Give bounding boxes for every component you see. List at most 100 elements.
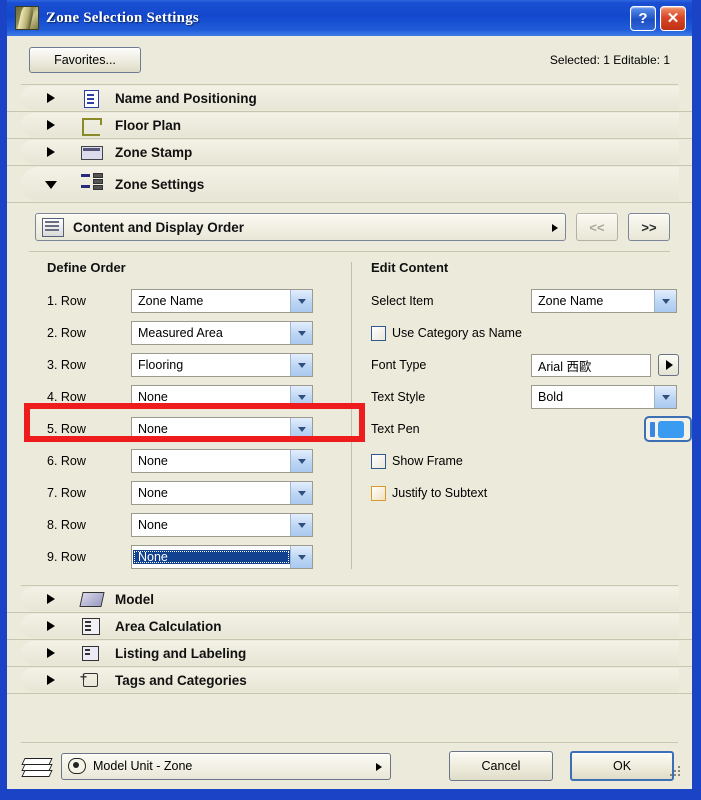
- row-label: 1. Row: [47, 294, 86, 308]
- font-type-field[interactable]: Arial 西歐: [531, 353, 651, 377]
- row-label: 2. Row: [47, 326, 86, 340]
- dropdown-value: None: [138, 454, 168, 468]
- row-label: 8. Row: [47, 518, 86, 532]
- title-bar-buttons: ? ✕: [630, 5, 688, 31]
- dropdown-value: None: [138, 518, 168, 532]
- window-title: Zone Selection Settings: [46, 9, 199, 26]
- chevron-down-icon[interactable]: [290, 546, 312, 568]
- row-label: 7. Row: [47, 486, 86, 500]
- justify-to-subtext-checkbox[interactable]: [371, 485, 386, 501]
- chevron-down-icon[interactable]: [290, 418, 312, 440]
- chevron-down-icon[interactable]: [290, 450, 312, 472]
- close-button[interactable]: ✕: [660, 5, 686, 31]
- define-order-row: 1. Row Zone Name: [47, 285, 351, 317]
- dropdown-value: Zone Name: [138, 294, 204, 308]
- accordion-bottom: Model Area Calculation Listing and Label…: [7, 586, 692, 694]
- list-order-icon: [42, 217, 64, 237]
- use-category-as-name-label: Use Category as Name: [392, 326, 522, 340]
- row-4-dropdown[interactable]: None: [131, 385, 313, 409]
- section-label: Tags and Categories: [115, 672, 247, 688]
- chevron-right-icon[interactable]: [45, 146, 57, 158]
- section-floor-plan[interactable]: Floor Plan: [7, 112, 692, 139]
- justify-to-subtext-label: Justify to Subtext: [392, 486, 488, 500]
- previous-page-button[interactable]: <<: [576, 213, 618, 241]
- define-order-row: 5. Row None: [47, 413, 351, 445]
- define-order-row: 2. Row Measured Area: [47, 317, 351, 349]
- chevron-down-icon[interactable]: [290, 322, 312, 344]
- section-label: Floor Plan: [115, 117, 182, 133]
- cancel-button[interactable]: Cancel: [449, 751, 553, 781]
- resize-grip[interactable]: [670, 766, 680, 776]
- section-area-calculation[interactable]: Area Calculation: [7, 613, 692, 640]
- section-listing-and-labeling[interactable]: Listing and Labeling: [7, 640, 692, 667]
- section-zone-settings[interactable]: Zone Settings: [7, 166, 692, 203]
- listing-labeling-icon: [79, 643, 105, 663]
- text-style-label: Text Style: [371, 390, 426, 404]
- chevron-down-icon[interactable]: [290, 290, 312, 312]
- select-item-dropdown[interactable]: Zone Name: [531, 289, 677, 313]
- section-model[interactable]: Model: [7, 586, 692, 613]
- model-unit-selector[interactable]: Model Unit - Zone: [61, 752, 391, 780]
- content-and-display-order-selector[interactable]: Content and Display Order: [35, 213, 566, 241]
- document-icon: [79, 88, 105, 108]
- row-7-dropdown[interactable]: None: [131, 481, 313, 505]
- chevron-down-icon[interactable]: [290, 386, 312, 408]
- dropdown-value: Flooring: [138, 358, 184, 372]
- chevron-down-icon[interactable]: [290, 514, 312, 536]
- show-frame-checkbox[interactable]: [371, 453, 386, 469]
- define-order-column: Define Order 1. Row Zone Name 2. Row Mea…: [7, 260, 351, 573]
- pen-color-swatch: [658, 420, 684, 438]
- row-6-dropdown[interactable]: None: [131, 449, 313, 473]
- row-9-dropdown[interactable]: None: [131, 545, 313, 569]
- favorites-button[interactable]: Favorites...: [29, 47, 141, 73]
- row-8-dropdown[interactable]: None: [131, 513, 313, 537]
- justify-to-subtext-row[interactable]: Justify to Subtext: [371, 477, 692, 509]
- chevron-down-icon[interactable]: [654, 386, 676, 408]
- chevron-down-icon[interactable]: [290, 354, 312, 376]
- text-style-dropdown[interactable]: Bold: [531, 385, 677, 409]
- show-frame-row[interactable]: Show Frame: [371, 445, 692, 477]
- ok-button[interactable]: OK: [570, 751, 674, 781]
- settings-columns: Define Order 1. Row Zone Name 2. Row Mea…: [7, 252, 692, 573]
- section-name-and-positioning[interactable]: Name and Positioning: [7, 85, 692, 112]
- pen-icon: [650, 421, 655, 437]
- select-item-row: Select Item Zone Name: [371, 285, 692, 317]
- text-pen-color-button[interactable]: [644, 416, 692, 442]
- content-display-order-row: Content and Display Order << >>: [7, 213, 692, 241]
- chevron-right-icon[interactable]: [45, 119, 57, 131]
- section-zone-stamp[interactable]: Zone Stamp: [7, 139, 692, 166]
- next-page-button[interactable]: >>: [628, 213, 670, 241]
- chevron-down-icon[interactable]: [45, 178, 57, 190]
- floor-plan-icon: [79, 115, 105, 136]
- chevron-down-icon[interactable]: [290, 482, 312, 504]
- model-unit-label: Model Unit - Zone: [93, 759, 193, 773]
- chevron-right-icon: [376, 762, 382, 771]
- font-type-popup-button[interactable]: [658, 354, 679, 376]
- row-3-dropdown[interactable]: Flooring: [131, 353, 313, 377]
- section-tags-and-categories[interactable]: Tags and Categories: [7, 667, 692, 694]
- dropdown-value: None: [138, 486, 168, 500]
- chevron-right-icon[interactable]: [45, 674, 57, 686]
- define-order-row: 7. Row None: [47, 477, 351, 509]
- chevron-right-icon[interactable]: [45, 92, 57, 104]
- section-label: Area Calculation: [115, 618, 222, 634]
- row-label: 5. Row: [47, 422, 86, 436]
- row-5-dropdown[interactable]: None: [131, 417, 313, 441]
- row-label: 4. Row: [47, 390, 86, 404]
- eye-icon: [68, 758, 86, 774]
- define-order-row: 9. Row None: [47, 541, 351, 573]
- section-label: Zone Settings: [115, 176, 205, 192]
- dropdown-value: Zone Name: [538, 294, 604, 308]
- row-2-dropdown[interactable]: Measured Area: [131, 321, 313, 345]
- zone-settings-pane: Content and Display Order << >> Define O…: [7, 203, 692, 573]
- layer-stack-icon: [21, 755, 53, 777]
- chevron-down-icon[interactable]: [654, 290, 676, 312]
- chevron-right-icon[interactable]: [45, 620, 57, 632]
- chevron-right-icon[interactable]: [45, 647, 57, 659]
- use-category-as-name-checkbox[interactable]: [371, 325, 386, 341]
- chevron-right-icon[interactable]: [45, 593, 57, 605]
- help-button[interactable]: ?: [630, 5, 656, 31]
- dropdown-value: None: [138, 422, 168, 436]
- row-1-dropdown[interactable]: Zone Name: [131, 289, 313, 313]
- use-category-as-name-row[interactable]: Use Category as Name: [371, 317, 692, 349]
